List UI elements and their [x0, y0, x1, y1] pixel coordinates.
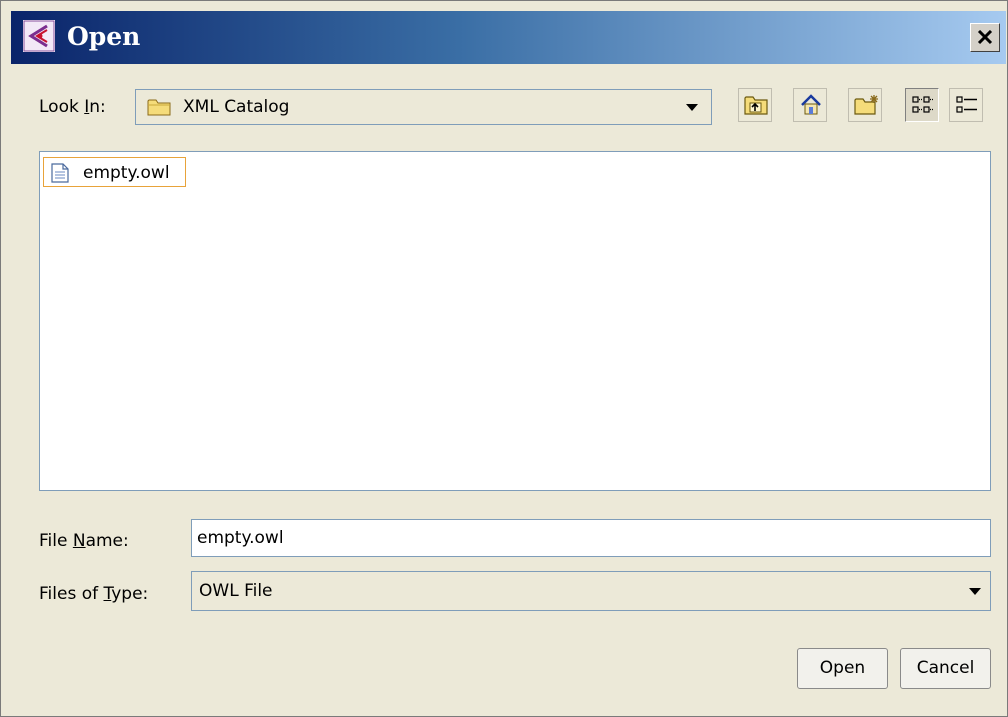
folder-icon	[147, 99, 171, 116]
file-type-value: OWL File	[199, 581, 273, 601]
home-icon	[801, 94, 821, 115]
list-view-icon	[912, 96, 933, 113]
open-button[interactable]: Open	[797, 648, 888, 689]
look-in-label: Look In:	[39, 97, 106, 117]
chevron-down-icon[interactable]	[686, 104, 698, 111]
look-in-label-suffix: n:	[89, 97, 106, 117]
look-in-combo[interactable]: XML Catalog	[135, 89, 712, 125]
details-view-icon	[956, 96, 977, 113]
title-bar[interactable]: Open	[11, 11, 1006, 64]
file-type-label: Files of Type:	[39, 584, 148, 604]
file-name-input[interactable]: empty.owl	[191, 519, 991, 557]
new-folder-button[interactable]	[848, 88, 882, 122]
list-view-button[interactable]	[905, 88, 939, 122]
app-logo-icon	[23, 20, 55, 52]
file-type-combo[interactable]: OWL File	[191, 571, 991, 611]
window-title: Open	[67, 22, 141, 51]
document-icon	[51, 163, 69, 183]
look-in-value: XML Catalog	[183, 97, 290, 117]
open-dialog: Open Look In: XML Catalog empty.owl File…	[0, 0, 1008, 717]
cancel-button[interactable]: Cancel	[900, 648, 991, 689]
file-name-label: File Name:	[39, 531, 129, 551]
file-name-label-suffix: ame:	[85, 531, 129, 551]
file-type-label-suffix: ype:	[111, 584, 149, 604]
up-folder-icon	[744, 96, 768, 115]
close-icon	[977, 30, 993, 45]
home-button[interactable]	[793, 88, 827, 122]
up-folder-button[interactable]	[738, 88, 772, 122]
file-name-text: empty.owl	[83, 163, 170, 183]
file-type-label-prefix: Files of	[39, 584, 104, 604]
file-name-label-mnemonic: N	[72, 531, 86, 551]
file-item-empty-owl[interactable]: empty.owl	[43, 157, 186, 187]
details-view-button[interactable]	[949, 88, 983, 122]
new-folder-icon	[854, 95, 878, 115]
close-button[interactable]	[970, 23, 1000, 52]
file-name-label-prefix: File	[39, 531, 73, 551]
file-list[interactable]: empty.owl	[39, 151, 991, 491]
chevron-down-icon[interactable]	[969, 588, 981, 595]
file-name-value: empty.owl	[197, 528, 284, 548]
look-in-label-prefix: Look	[39, 97, 85, 117]
